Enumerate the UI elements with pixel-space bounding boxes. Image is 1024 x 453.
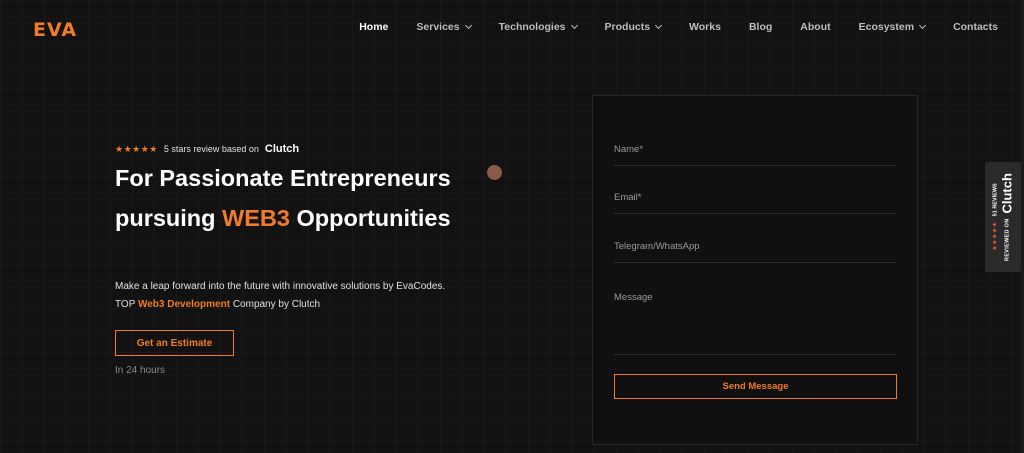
review-text: 5 stars review based on — [163, 144, 259, 154]
chevron-down-icon — [655, 21, 663, 30]
badge-stars-icon: ★★★★★ — [992, 221, 999, 251]
email-placeholder: Email* — [614, 192, 642, 203]
message-placeholder: Message — [614, 292, 653, 303]
desc-line2-suffix: Company by Clutch — [230, 299, 321, 310]
contact-form: Name* Email* Telegram/WhatsApp Message S… — [592, 95, 918, 445]
hero-description: Make a leap forward into the future with… — [115, 278, 515, 314]
nav-item-label: Home — [359, 21, 389, 33]
nav-item-label: Products — [604, 21, 651, 33]
name-placeholder: Name* — [614, 144, 644, 155]
nav-item-contacts[interactable]: Contacts — [953, 21, 998, 33]
nav-item-services[interactable]: Services — [416, 21, 472, 33]
star-rating-icon: ★★★★★ — [115, 143, 158, 154]
badge-reviewed-on: REVIEWED ON — [1004, 218, 1010, 261]
nav-item-label: Blog — [748, 21, 773, 33]
clutch-reviews-badge[interactable]: ★★★★★ 51 REVIEWS REVIEWED ON Clutch — [985, 162, 1021, 272]
badge-top-row: ★★★★★ 51 REVIEWS — [992, 183, 999, 250]
desc-line1: Make a leap forward into the future with… — [115, 281, 446, 292]
message-field[interactable]: Message — [614, 292, 897, 355]
hero-title-accent: WEB3 — [222, 205, 290, 231]
nav-item-blog[interactable]: Blog — [749, 21, 772, 33]
clutch-logo: Clutch — [264, 143, 300, 155]
send-message-button[interactable]: Send Message — [614, 374, 897, 399]
nav-item-label: Contacts — [953, 21, 998, 33]
badge-review-count: 51 REVIEWS — [992, 183, 998, 217]
hero-title: For Passionate Entrepreneurs pursuing WE… — [115, 158, 535, 238]
get-estimate-button[interactable]: Get an Estimate — [115, 330, 234, 356]
nav-item-products[interactable]: Products — [604, 21, 663, 33]
logo[interactable]: EVA — [33, 19, 77, 41]
badge-clutch-logo: Clutch — [999, 173, 1015, 214]
decorative-dot — [487, 165, 502, 180]
main-nav: Home Services Technologies Products Work… — [331, 21, 998, 33]
telegram-placeholder: Telegram/WhatsApp — [614, 241, 700, 252]
email-field[interactable]: Email* — [614, 192, 897, 214]
badge-content: ★★★★★ 51 REVIEWS REVIEWED ON Clutch — [992, 173, 1015, 261]
nav-item-label: About — [800, 21, 831, 33]
nav-item-home[interactable]: Home — [359, 21, 388, 33]
nav-item-technologies[interactable]: Technologies — [498, 21, 578, 33]
chevron-down-icon — [570, 21, 578, 30]
hero-title-line2-prefix: pursuing — [115, 205, 223, 231]
desc-line2-prefix: TOP — [115, 299, 138, 310]
response-time-note: In 24 hours — [115, 365, 166, 376]
hero-title-line1: For Passionate Entrepreneurs — [115, 165, 451, 191]
name-field[interactable]: Name* — [614, 144, 897, 166]
nav-item-label: Ecosystem — [858, 21, 915, 33]
web3-development-link[interactable]: Web3 Development — [138, 299, 230, 310]
chevron-down-icon — [919, 21, 927, 30]
nav-item-label: Works — [689, 21, 721, 33]
badge-bottom-row: REVIEWED ON Clutch — [1000, 173, 1015, 261]
telegram-field[interactable]: Telegram/WhatsApp — [614, 241, 897, 263]
nav-item-works[interactable]: Works — [689, 21, 721, 33]
clutch-review-line[interactable]: ★★★★★ 5 stars review based on Clutch — [115, 143, 299, 155]
nav-item-ecosystem[interactable]: Ecosystem — [858, 21, 927, 33]
nav-item-label: Technologies — [498, 21, 566, 33]
nav-item-about[interactable]: About — [800, 21, 830, 33]
nav-item-label: Services — [416, 21, 460, 33]
chevron-down-icon — [464, 21, 472, 30]
hero-title-line2-suffix: Opportunities — [289, 205, 451, 231]
